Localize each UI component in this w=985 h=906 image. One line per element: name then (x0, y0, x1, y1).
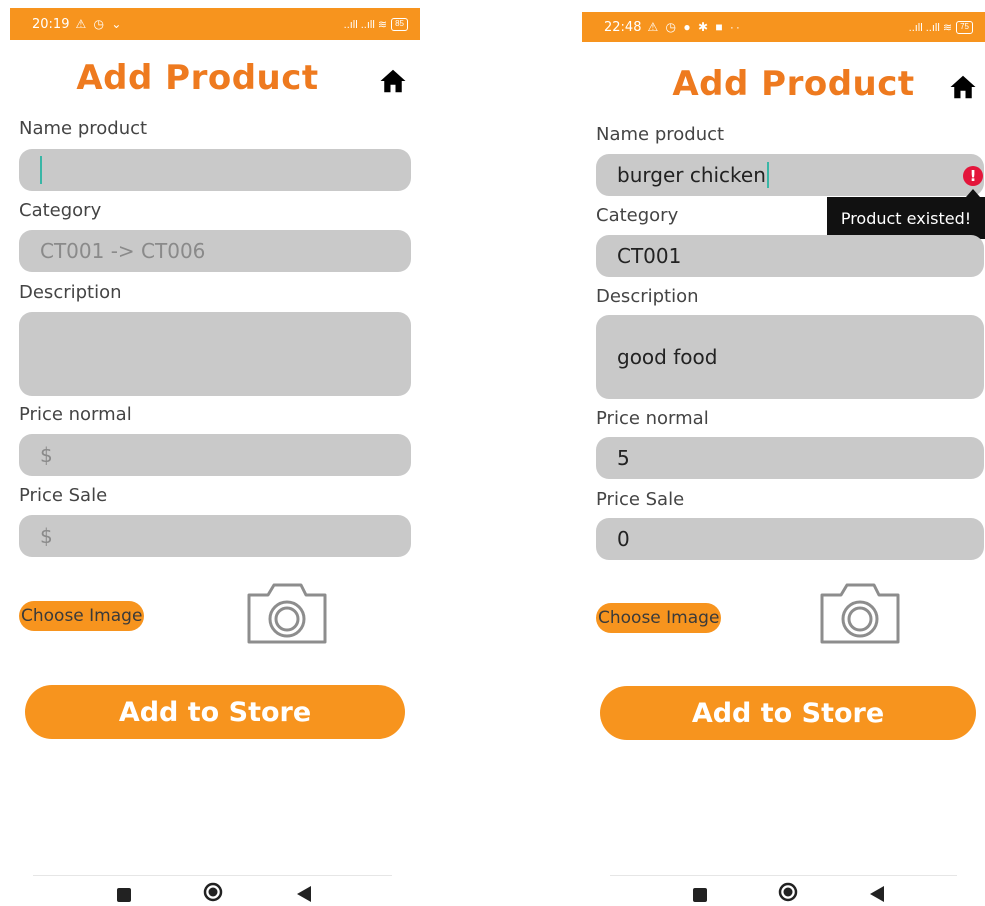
description-input[interactable]: good food (596, 315, 984, 399)
price-sale-label: Price Sale (596, 489, 685, 510)
choose-image-button[interactable]: Choose Image (596, 603, 722, 633)
price-normal-label: Price normal (19, 404, 132, 425)
home-icon[interactable] (948, 72, 978, 102)
category-label: Category (19, 200, 102, 221)
price-normal-input[interactable]: 5 (596, 437, 984, 479)
navigation-bar (5, 874, 420, 906)
battery-level: 85 (395, 18, 404, 28)
recents-icon[interactable] (693, 888, 707, 902)
add-to-store-button[interactable]: Add to Store (25, 685, 405, 739)
description-label: Description (19, 282, 122, 303)
error-icon[interactable]: ! (963, 166, 983, 186)
signal-icon: ..ıll ..ıll ≋ (343, 18, 388, 31)
description-label: Description (596, 286, 699, 307)
page-title: Add Product (672, 64, 915, 104)
category-input[interactable]: CT001 (596, 235, 984, 277)
name-label: Name product (596, 124, 725, 145)
name-value: burger chicken (617, 163, 766, 187)
category-input[interactable]: CT001 -> CT006 (19, 230, 411, 272)
home-nav-icon[interactable] (203, 882, 223, 902)
status-bar: 22:48 ⚠ ◷ ● ✱ ■ ·· ..ıll ..ıll ≋ 75 (582, 12, 985, 42)
price-sale-input[interactable]: $ (19, 515, 411, 557)
camera-icon[interactable] (819, 581, 901, 645)
home-nav-icon[interactable] (778, 882, 798, 902)
back-icon[interactable] (297, 886, 311, 902)
recents-icon[interactable] (117, 888, 131, 902)
name-label: Name product (19, 118, 148, 139)
camera-icon[interactable] (246, 581, 328, 645)
screen-empty-form: 20:19 ⚠ ◷ ⌄ ..ıll ..ıll ≋ 85 Add Product… (5, 0, 420, 906)
price-normal-label: Price normal (596, 408, 709, 429)
signal-icon: ..ıll ..ıll ≋ (908, 21, 953, 34)
battery-icon: 75 (956, 20, 973, 34)
description-input[interactable] (19, 312, 411, 396)
status-time: 22:48 (604, 19, 642, 35)
choose-image-button[interactable]: Choose Image (19, 601, 145, 631)
battery-icon: 85 (391, 17, 408, 31)
add-to-store-button[interactable]: Add to Store (600, 686, 976, 740)
tooltip-arrow (966, 189, 980, 197)
status-notification-icons: ⚠ ◷ ● ✱ ■ ·· (647, 20, 742, 34)
price-normal-input[interactable]: $ (19, 434, 411, 476)
category-label: Category (596, 205, 679, 226)
screen-error-form: 22:48 ⚠ ◷ ● ✱ ■ ·· ..ıll ..ıll ≋ 75 Add … (582, 4, 985, 906)
price-sale-label: Price Sale (19, 485, 108, 506)
name-input[interactable] (19, 149, 411, 191)
home-icon[interactable] (378, 66, 408, 96)
text-cursor (40, 156, 42, 184)
status-time: 20:19 (32, 16, 70, 32)
error-tooltip: Product existed! (827, 197, 985, 239)
text-cursor (766, 162, 769, 188)
page-title: Add Product (76, 58, 319, 98)
battery-level: 75 (960, 21, 969, 31)
navigation-bar (582, 874, 985, 906)
back-icon[interactable] (870, 886, 884, 902)
price-sale-input[interactable]: 0 (596, 518, 984, 560)
status-bar: 20:19 ⚠ ◷ ⌄ ..ıll ..ıll ≋ 85 (10, 8, 420, 40)
status-notification-icons: ⚠ ◷ ⌄ (75, 17, 124, 31)
name-input[interactable]: burger chicken (596, 154, 984, 196)
